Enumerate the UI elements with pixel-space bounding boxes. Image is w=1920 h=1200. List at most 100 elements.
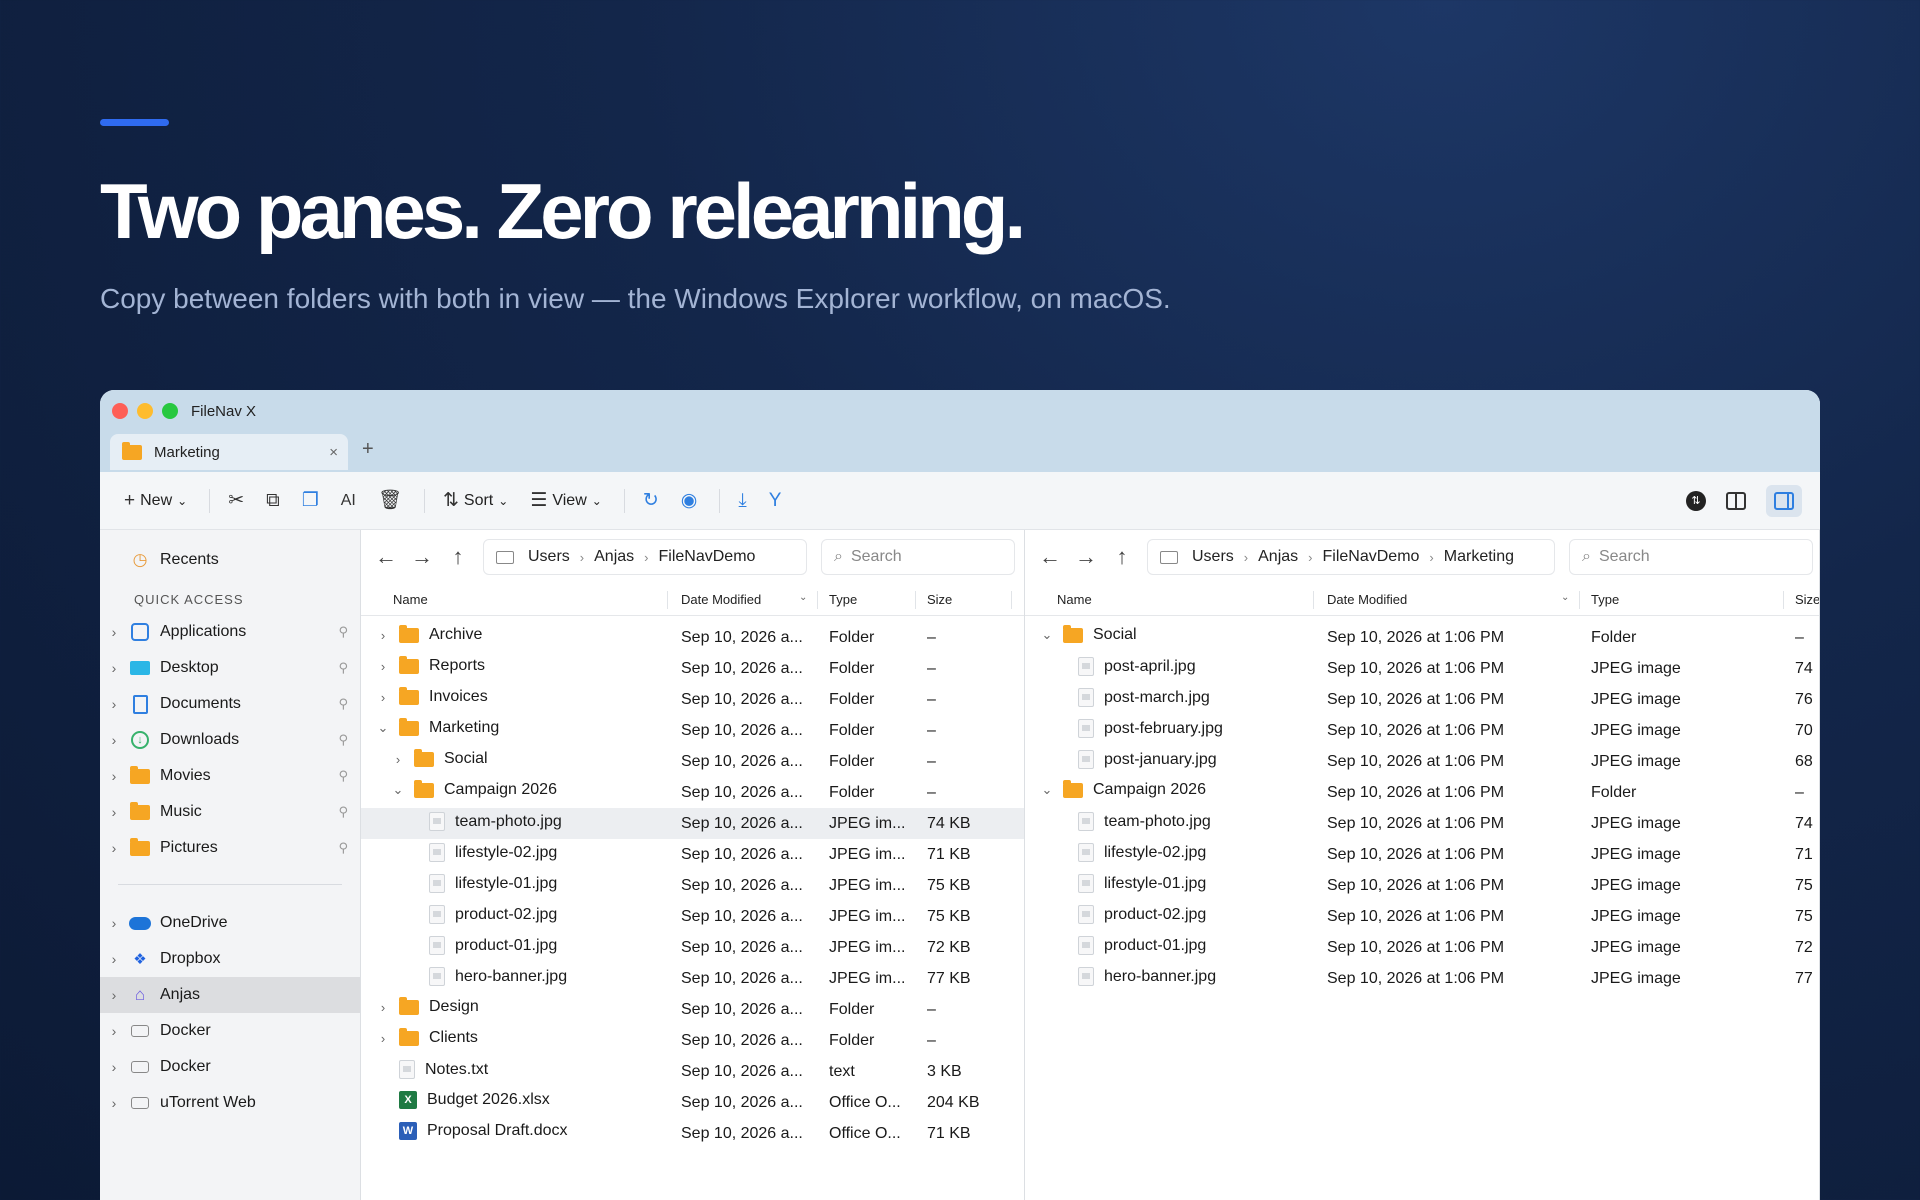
- copy-button[interactable]: ⧉: [266, 491, 280, 510]
- table-row[interactable]: › Reports Sep 10, 2026 a... Folder –: [361, 653, 1024, 684]
- breadcrumb-item[interactable]: Users: [528, 548, 570, 566]
- paste-button[interactable]: ❐: [302, 491, 319, 510]
- column-divider[interactable]: [1011, 591, 1012, 609]
- split-view-icon[interactable]: [1726, 491, 1746, 510]
- chevron-right-icon[interactable]: ›: [100, 732, 128, 748]
- chevron-right-icon[interactable]: ›: [100, 696, 128, 712]
- column-date-modified[interactable]: Date Modified: [681, 592, 761, 607]
- pin-icon[interactable]: ⚲: [338, 768, 348, 784]
- column-date-modified[interactable]: Date Modified: [1327, 592, 1407, 607]
- table-row[interactable]: product-02.jpg Sep 10, 2026 at 1:06 PM JPE…: [1025, 901, 1819, 932]
- table-row[interactable]: product-01.jpg Sep 10, 2026 a... JPEG im..…: [361, 932, 1024, 963]
- sidebar-item-desktop[interactable]: › Desktop ⚲: [100, 650, 360, 686]
- table-row[interactable]: post-january.jpg Sep 10, 2026 at 1:06 PM J…: [1025, 746, 1819, 777]
- sidebar-item-anjas[interactable]: › ⌂ Anjas: [100, 977, 360, 1013]
- table-row[interactable]: product-01.jpg Sep 10, 2026 at 1:06 PM JPE…: [1025, 932, 1819, 963]
- sidebar-item-dropbox[interactable]: › ❖ Dropbox: [100, 941, 360, 977]
- table-row[interactable]: ⌄ Marketing Sep 10, 2026 a... Folder –: [361, 715, 1024, 746]
- screenshot-button[interactable]: ◉: [681, 491, 698, 510]
- column-divider[interactable]: [1783, 591, 1784, 609]
- table-row[interactable]: ⌄ Campaign 2026 Sep 10, 2026 at 1:06 PM Fol…: [1025, 777, 1819, 808]
- column-name[interactable]: Name: [393, 592, 428, 607]
- preview-pane-toggle[interactable]: [1766, 484, 1802, 517]
- table-row[interactable]: post-april.jpg Sep 10, 2026 at 1:06 PM JPE…: [1025, 653, 1819, 684]
- chevron-right-icon[interactable]: ›: [100, 624, 128, 640]
- column-divider[interactable]: [817, 591, 818, 609]
- chevron-right-icon[interactable]: ›: [100, 1059, 128, 1075]
- sync-icon[interactable]: ⇅: [1686, 490, 1706, 511]
- chevron-right-icon[interactable]: ›: [100, 660, 128, 676]
- sidebar-item-docker[interactable]: › Docker: [100, 1013, 360, 1049]
- table-row[interactable]: › Archive Sep 10, 2026 a... Folder –: [361, 622, 1024, 653]
- table-row[interactable]: lifestyle-02.jpg Sep 10, 2026 a... JPEG im…: [361, 839, 1024, 870]
- column-divider[interactable]: [1313, 591, 1314, 609]
- sidebar-item-pictures[interactable]: › Pictures ⚲: [100, 830, 360, 866]
- column-divider[interactable]: [667, 591, 668, 609]
- pin-icon[interactable]: ⚲: [338, 660, 348, 676]
- table-row[interactable]: Notes.txt Sep 10, 2026 a... text 3 KB: [361, 1056, 1024, 1087]
- chevron-right-icon[interactable]: ›: [100, 1023, 128, 1039]
- pin-icon[interactable]: ⚲: [338, 804, 348, 820]
- sidebar-item-applications[interactable]: › Applications ⚲: [100, 614, 360, 650]
- sidebar-item-docker[interactable]: › Docker: [100, 1049, 360, 1085]
- chevron-icon[interactable]: ⌄: [1041, 627, 1053, 643]
- merge-button[interactable]: Y: [769, 491, 782, 510]
- cut-button[interactable]: ✂: [228, 491, 244, 510]
- pin-icon[interactable]: ⚲: [338, 624, 348, 640]
- column-type[interactable]: Type: [1591, 592, 1619, 607]
- pin-icon[interactable]: ⚲: [338, 732, 348, 748]
- chevron-icon[interactable]: ›: [377, 1000, 389, 1015]
- zoom-window-button[interactable]: [162, 403, 178, 419]
- delete-button[interactable]: 🗑: [378, 491, 402, 510]
- breadcrumb-item[interactable]: FileNavDemo: [1323, 548, 1420, 566]
- back-arrow-icon[interactable]: ←: [1039, 544, 1061, 570]
- inbox-button[interactable]: ⤓: [738, 491, 746, 510]
- sidebar-item-onedrive[interactable]: › OneDrive: [100, 905, 360, 941]
- chevron-right-icon[interactable]: ›: [100, 915, 128, 931]
- back-arrow-icon[interactable]: ←: [375, 544, 397, 570]
- table-row[interactable]: team-photo.jpg Sep 10, 2026 a... JPEG im..…: [361, 808, 1024, 839]
- new-button[interactable]: + New ⌄: [124, 491, 187, 510]
- breadcrumb-item[interactable]: Anjas: [1258, 548, 1298, 566]
- rename-button[interactable]: AI: [341, 492, 356, 509]
- refresh-button[interactable]: ↻: [643, 491, 659, 510]
- table-row[interactable]: lifestyle-02.jpg Sep 10, 2026 at 1:06 PM J…: [1025, 839, 1819, 870]
- chevron-icon[interactable]: ›: [377, 690, 389, 705]
- breadcrumb-item[interactable]: Marketing: [1444, 548, 1514, 566]
- column-name[interactable]: Name: [1057, 592, 1092, 607]
- chevron-right-icon[interactable]: ›: [100, 840, 128, 856]
- chevron-right-icon[interactable]: ›: [100, 987, 128, 1003]
- table-row[interactable]: ⌄ Campaign 2026 Sep 10, 2026 a... Folder –: [361, 777, 1024, 808]
- chevron-icon[interactable]: ›: [377, 659, 389, 674]
- chevron-icon[interactable]: ›: [377, 628, 389, 643]
- chevron-right-icon[interactable]: ›: [100, 768, 128, 784]
- table-row[interactable]: hero-banner.jpg Sep 10, 2026 a... JPEG im.…: [361, 963, 1024, 994]
- forward-arrow-icon[interactable]: →: [411, 544, 433, 570]
- up-arrow-icon[interactable]: ↑: [447, 544, 469, 570]
- close-window-button[interactable]: [112, 403, 128, 419]
- chevron-right-icon[interactable]: ›: [100, 951, 128, 967]
- table-row[interactable]: lifestyle-01.jpg Sep 10, 2026 a... JPEG im…: [361, 870, 1024, 901]
- tab-close-icon[interactable]: ×: [329, 444, 338, 461]
- chevron-right-icon[interactable]: ›: [100, 1095, 128, 1111]
- table-row[interactable]: post-march.jpg Sep 10, 2026 at 1:06 PM JPE…: [1025, 684, 1819, 715]
- table-row[interactable]: lifestyle-01.jpg Sep 10, 2026 at 1:06 PM J…: [1025, 870, 1819, 901]
- table-row[interactable]: › Clients Sep 10, 2026 a... Folder –: [361, 1025, 1024, 1056]
- table-row[interactable]: hero-banner.jpg Sep 10, 2026 at 1:06 PM JP…: [1025, 963, 1819, 994]
- table-row[interactable]: › Design Sep 10, 2026 a... Folder –: [361, 994, 1024, 1025]
- sidebar-item-utorrent-web[interactable]: › uTorrent Web: [100, 1085, 360, 1121]
- sidebar-item-downloads[interactable]: › ↓ Downloads ⚲: [100, 722, 360, 758]
- breadcrumb-item[interactable]: Users: [1192, 548, 1234, 566]
- new-tab-button[interactable]: +: [362, 438, 374, 461]
- chevron-icon[interactable]: ⌄: [392, 782, 404, 798]
- chevron-icon[interactable]: ›: [377, 1031, 389, 1046]
- column-divider[interactable]: [1579, 591, 1580, 609]
- tab-marketing[interactable]: Marketing ×: [110, 434, 348, 470]
- minimize-window-button[interactable]: [137, 403, 153, 419]
- column-size[interactable]: Size: [927, 592, 952, 607]
- table-row[interactable]: team-photo.jpg Sep 10, 2026 at 1:06 PM JPE…: [1025, 808, 1819, 839]
- chevron-icon[interactable]: ⌄: [377, 720, 389, 736]
- column-type[interactable]: Type: [829, 592, 857, 607]
- sidebar-item-movies[interactable]: › Movies ⚲: [100, 758, 360, 794]
- breadcrumb-item[interactable]: Anjas: [594, 548, 634, 566]
